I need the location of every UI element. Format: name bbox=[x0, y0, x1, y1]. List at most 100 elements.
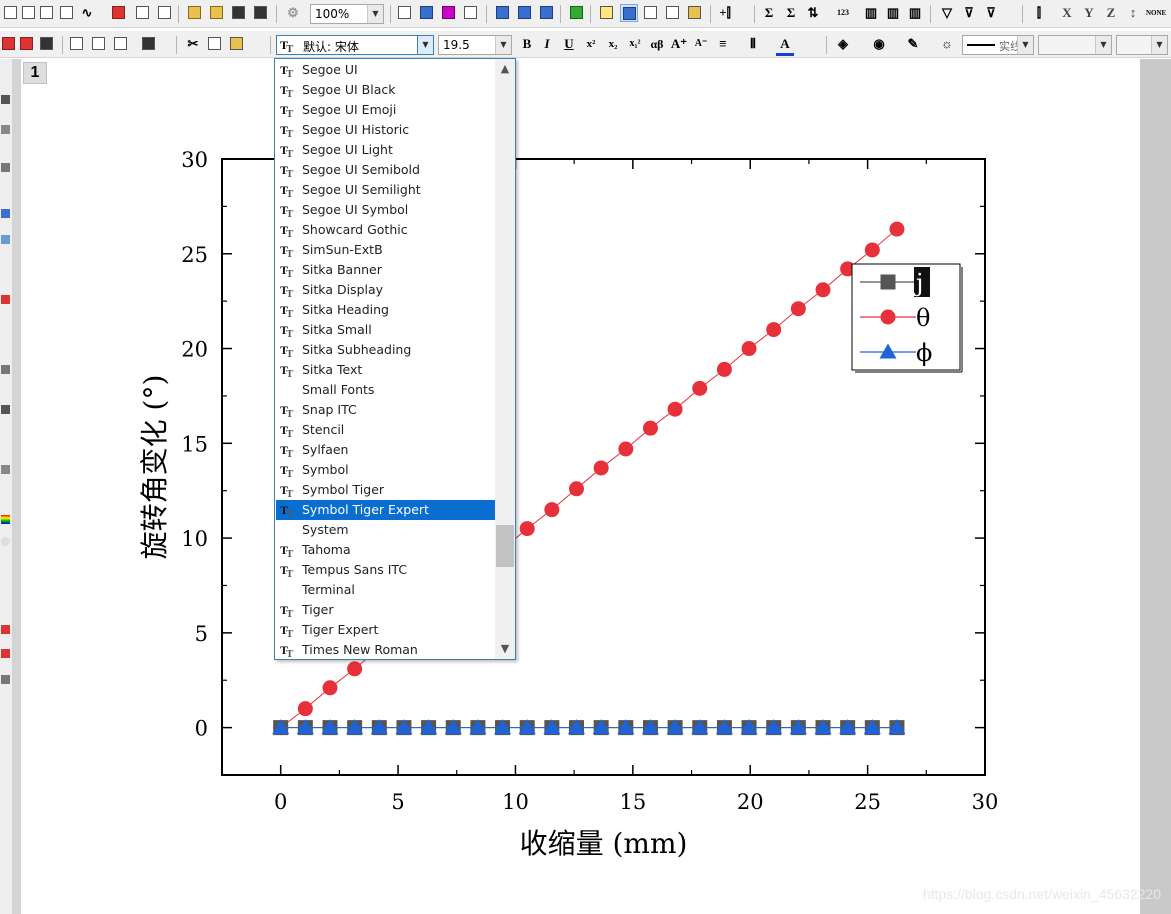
truetype-icon: TT bbox=[280, 563, 294, 578]
svg-text:T: T bbox=[286, 248, 294, 258]
font-name-label: Sitka Heading bbox=[302, 302, 389, 317]
data-point-circle[interactable] bbox=[880, 309, 896, 325]
svg-text:T: T bbox=[286, 208, 294, 218]
font-list-item[interactable]: T T Segoe UI Symbol bbox=[276, 200, 495, 220]
data-point-circle[interactable] bbox=[741, 341, 757, 357]
svg-text:T: T bbox=[286, 88, 294, 98]
truetype-icon: TT bbox=[280, 623, 294, 638]
svg-text:T: T bbox=[286, 568, 294, 578]
data-point-circle[interactable] bbox=[889, 221, 905, 237]
truetype-icon: TT bbox=[280, 503, 294, 518]
svg-text:T: T bbox=[286, 108, 294, 118]
font-list-item[interactable]: Terminal bbox=[276, 580, 495, 600]
chevron-down-icon[interactable]: ▼ bbox=[495, 639, 515, 659]
font-list-item[interactable]: T T Times New Roman bbox=[276, 640, 495, 660]
svg-text:T: T bbox=[286, 428, 294, 438]
data-point-circle[interactable] bbox=[322, 680, 338, 696]
font-list-item[interactable]: T T Tiger bbox=[276, 600, 495, 620]
chevron-up-icon[interactable]: ▲ bbox=[495, 59, 515, 79]
data-point-circle[interactable] bbox=[618, 441, 634, 457]
font-list-item[interactable]: T T Sitka Text bbox=[276, 360, 495, 380]
truetype-icon: TT bbox=[280, 463, 294, 478]
svg-text:T: T bbox=[286, 308, 294, 318]
truetype-icon: TT bbox=[280, 123, 294, 138]
font-list-item[interactable]: T T Tiger Expert bbox=[276, 620, 495, 640]
font-list-item[interactable]: T T Sitka Subheading bbox=[276, 340, 495, 360]
svg-text:T: T bbox=[286, 448, 294, 458]
font-list-item[interactable]: T T Sitka Heading bbox=[276, 300, 495, 320]
font-list-item[interactable]: Small Fonts bbox=[276, 380, 495, 400]
series-2[interactable] bbox=[272, 719, 906, 735]
font-list-item[interactable]: T T Showcard Gothic bbox=[276, 220, 495, 240]
svg-text:T: T bbox=[286, 508, 294, 518]
svg-text:T: T bbox=[286, 548, 294, 558]
data-point-circle[interactable] bbox=[297, 701, 313, 717]
legend-entry-label: ϕ bbox=[916, 339, 932, 367]
truetype-icon: TT bbox=[280, 363, 294, 378]
data-point-square[interactable] bbox=[880, 274, 896, 290]
data-point-circle[interactable] bbox=[667, 401, 683, 417]
y-tick-label: 0 bbox=[195, 717, 208, 741]
font-list-item[interactable]: T T Segoe UI bbox=[276, 60, 495, 80]
truetype-icon: TT bbox=[280, 263, 294, 278]
data-point-circle[interactable] bbox=[593, 460, 609, 476]
font-list-item[interactable]: T T Symbol Tiger bbox=[276, 480, 495, 500]
truetype-icon: TT bbox=[280, 163, 294, 178]
font-name-label: Small Fonts bbox=[302, 382, 375, 397]
x-tick-label: 5 bbox=[391, 790, 404, 814]
font-name-label: Times New Roman bbox=[302, 642, 418, 657]
font-name-label: Snap ITC bbox=[302, 402, 357, 417]
font-list-item[interactable]: T T Sitka Display bbox=[276, 280, 495, 300]
svg-text:T: T bbox=[286, 468, 294, 478]
scrollbar-thumb[interactable] bbox=[496, 525, 514, 567]
data-point-circle[interactable] bbox=[815, 282, 831, 298]
font-list-item[interactable]: T T Sitka Small bbox=[276, 320, 495, 340]
x-axis-label[interactable]: 收缩量 (mm) bbox=[520, 827, 688, 860]
data-point-circle[interactable] bbox=[569, 481, 585, 497]
font-list-item[interactable]: T T Segoe UI Emoji bbox=[276, 100, 495, 120]
svg-text:T: T bbox=[286, 368, 294, 378]
svg-text:T: T bbox=[286, 488, 294, 498]
font-list-item[interactable]: T T Sylfaen bbox=[276, 440, 495, 460]
font-list-item[interactable]: T T Tempus Sans ITC bbox=[276, 560, 495, 580]
data-point-circle[interactable] bbox=[692, 380, 708, 396]
font-name-label: Showcard Gothic bbox=[302, 222, 408, 237]
data-point-circle[interactable] bbox=[864, 242, 880, 258]
font-list-item[interactable]: T T Stencil bbox=[276, 420, 495, 440]
truetype-icon: TT bbox=[280, 243, 294, 258]
truetype-icon: TT bbox=[280, 303, 294, 318]
data-point-circle[interactable] bbox=[519, 521, 535, 537]
data-point-circle[interactable] bbox=[766, 322, 782, 338]
truetype-icon: TT bbox=[280, 223, 294, 238]
font-list-item[interactable]: T T Sitka Banner bbox=[276, 260, 495, 280]
font-name-label: Segoe UI Semilight bbox=[302, 182, 421, 197]
font-list-item[interactable]: T T Tahoma bbox=[276, 540, 495, 560]
font-list-item[interactable]: T T Symbol Tiger Expert bbox=[276, 500, 495, 520]
y-tick-label: 20 bbox=[181, 338, 208, 362]
chart: 0 5 10 15 20 25 30 0 5 10 15 20 25 30 收缩量 (mm) 旋转角变化 … bbox=[138, 148, 998, 860]
y-axis-label[interactable]: 旋转角变化 (°) bbox=[138, 375, 171, 560]
font-name-label: Symbol bbox=[302, 462, 349, 477]
font-list-item[interactable]: T T Segoe UI Black bbox=[276, 80, 495, 100]
legend[interactable]: jθϕ bbox=[851, 263, 963, 373]
font-name-label: Segoe UI Symbol bbox=[302, 202, 409, 217]
font-list-item[interactable]: T T SimSun-ExtB bbox=[276, 240, 495, 260]
font-list-item[interactable]: T T Segoe UI Historic bbox=[276, 120, 495, 140]
font-list-item[interactable]: T T Snap ITC bbox=[276, 400, 495, 420]
dropdown-scrollbar[interactable]: ▲ ▼ bbox=[495, 59, 515, 659]
font-name-label: SimSun-ExtB bbox=[302, 242, 383, 257]
font-list-item[interactable]: T T Segoe UI Semibold bbox=[276, 160, 495, 180]
truetype-icon: TT bbox=[280, 83, 294, 98]
font-list-item[interactable]: System bbox=[276, 520, 495, 540]
font-dropdown-list[interactable]: T T Segoe UI T T Segoe UI Black T T Segoe UI Emo… bbox=[274, 58, 516, 660]
truetype-icon: TT bbox=[280, 183, 294, 198]
font-name-label: Sylfaen bbox=[302, 442, 349, 457]
font-list-item[interactable]: T T Segoe UI Semilight bbox=[276, 180, 495, 200]
data-point-circle[interactable] bbox=[347, 661, 363, 677]
data-point-circle[interactable] bbox=[716, 361, 732, 377]
data-point-circle[interactable] bbox=[790, 301, 806, 317]
data-point-circle[interactable] bbox=[642, 420, 658, 436]
font-list-item[interactable]: T T Segoe UI Light bbox=[276, 140, 495, 160]
data-point-circle[interactable] bbox=[544, 502, 560, 518]
font-list-item[interactable]: T T Symbol bbox=[276, 460, 495, 480]
